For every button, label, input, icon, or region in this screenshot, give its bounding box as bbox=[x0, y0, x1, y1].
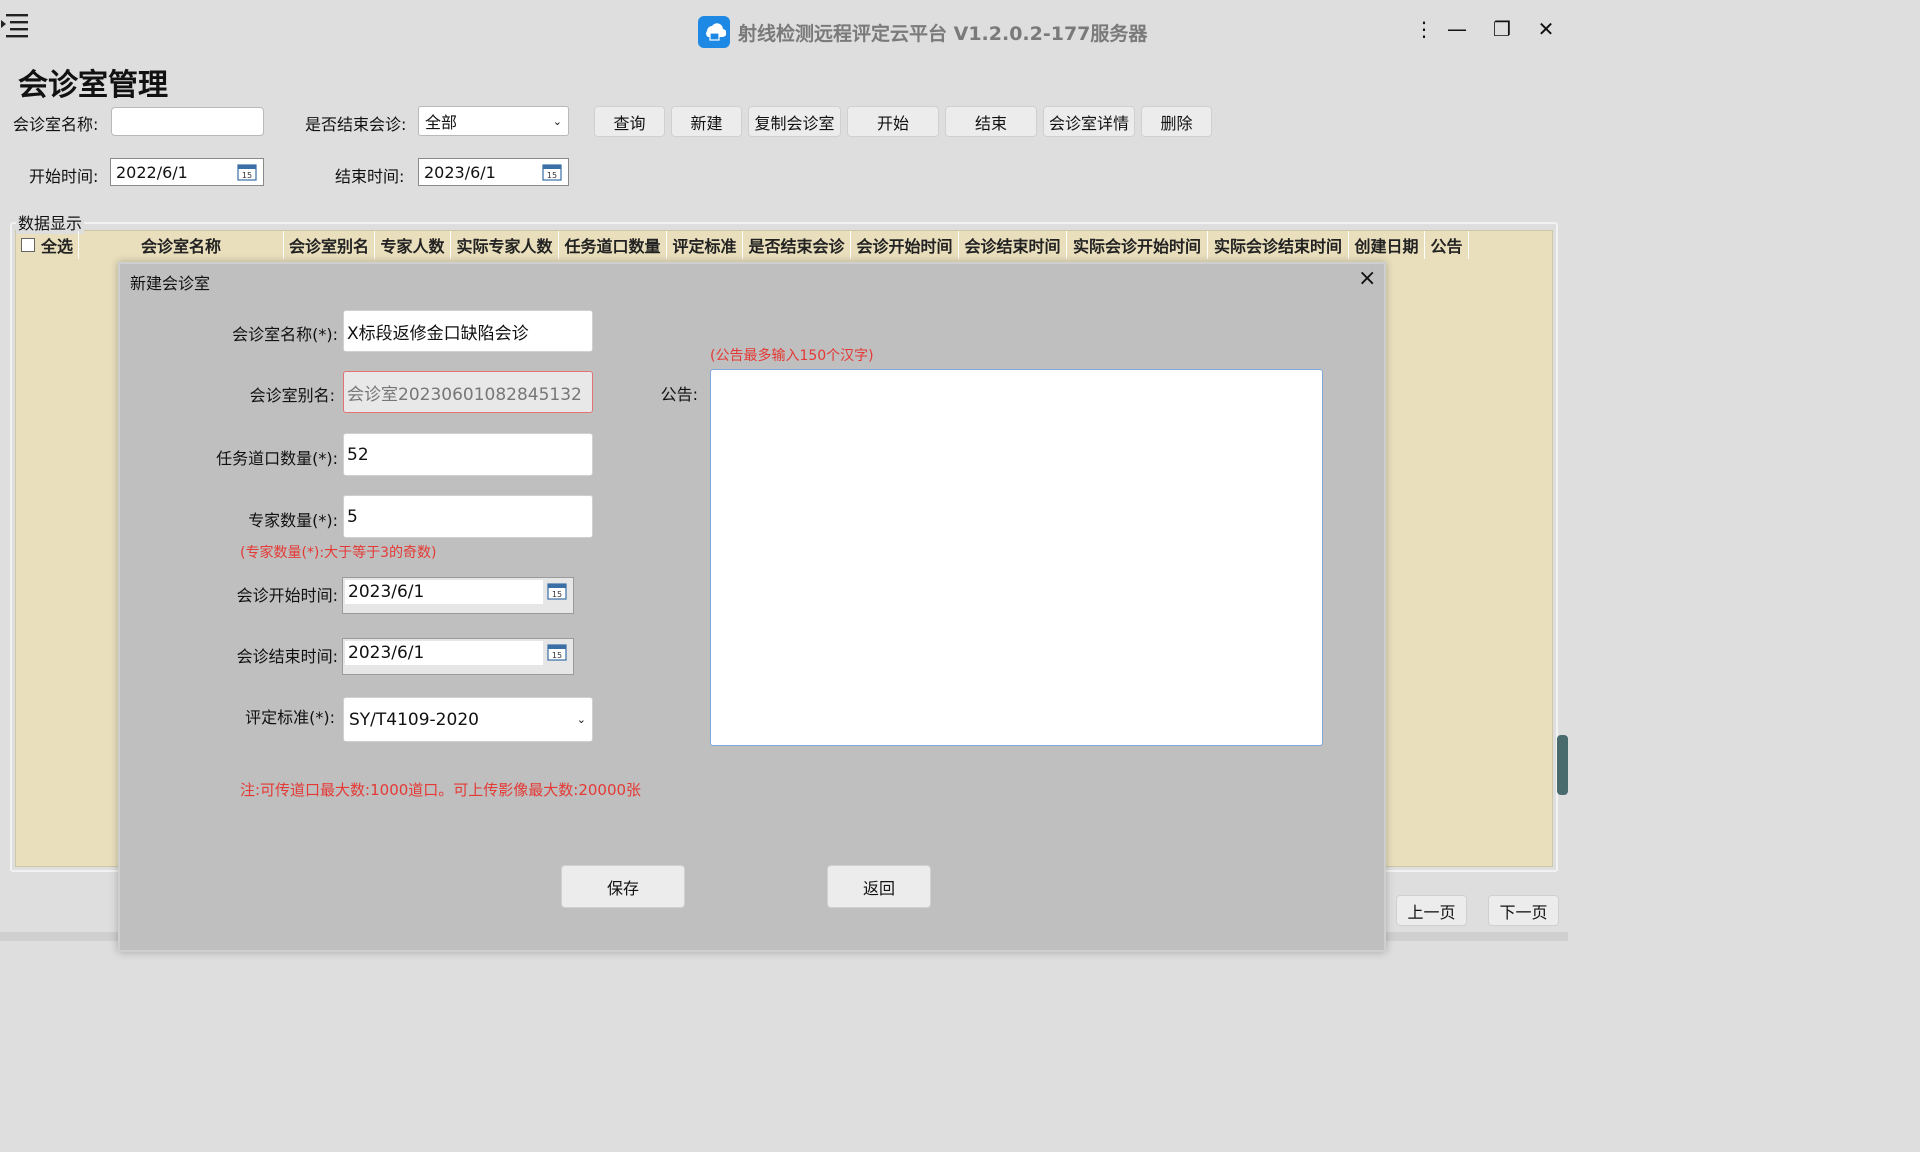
expert-count-hint: (专家数量(*):大于等于3的奇数) bbox=[240, 545, 437, 561]
start-date-picker[interactable]: 2022/6/1 15 bbox=[110, 158, 264, 186]
start-button[interactable]: 开始 bbox=[847, 106, 939, 137]
new-button[interactable]: 新建 bbox=[671, 106, 742, 137]
end-date-value: 2023/6/1 bbox=[424, 162, 496, 182]
column-header[interactable]: 会诊结束时间 bbox=[959, 231, 1067, 259]
consult-start-picker[interactable]: 2023/6/1 15 bbox=[342, 577, 574, 614]
consult-start-value: 2023/6/1 bbox=[345, 580, 543, 604]
app-title-area: 射线检测远程评定云平台 V1.2.0.2-177服务器 bbox=[698, 16, 1147, 48]
save-button[interactable]: 保存 bbox=[561, 865, 685, 908]
start-date-value: 2022/6/1 bbox=[116, 162, 188, 182]
start-date-label: 开始时间: bbox=[29, 167, 99, 186]
app-logo-icon bbox=[698, 16, 730, 48]
next-page-button[interactable]: 下一页 bbox=[1488, 895, 1559, 926]
upload-limit-note: 注:可传道口最大数:1000道口。可上传影像最大数:20000张 bbox=[240, 781, 642, 799]
expert-count-input[interactable]: 5 bbox=[343, 495, 593, 538]
column-header[interactable]: 实际专家人数 bbox=[451, 231, 559, 259]
column-header[interactable]: 实际会诊开始时间 bbox=[1067, 231, 1208, 259]
notice-hint: (公告最多输入150个汉字) bbox=[710, 348, 874, 364]
calendar-icon[interactable]: 15 bbox=[542, 163, 562, 181]
consult-start-label: 会诊开始时间: bbox=[236, 586, 338, 605]
minimize-icon[interactable]: — bbox=[1442, 14, 1472, 44]
room-alias-input[interactable]: 会诊室20230601082845132 bbox=[343, 371, 593, 413]
room-name-input[interactable]: X标段返修金口缺陷会诊 bbox=[343, 310, 593, 352]
scrollbar-thumb[interactable] bbox=[1557, 735, 1568, 795]
calendar-icon[interactable]: 15 bbox=[237, 163, 257, 181]
delete-button[interactable]: 删除 bbox=[1141, 106, 1212, 137]
select-all-label: 全选 bbox=[41, 237, 74, 256]
column-header[interactable]: 实际会诊结束时间 bbox=[1208, 231, 1349, 259]
column-header[interactable]: 会诊室名称 bbox=[79, 231, 284, 259]
expert-count-label: 专家数量(*): bbox=[248, 511, 338, 530]
room-alias-label: 会诊室别名: bbox=[249, 386, 335, 405]
svg-text:15: 15 bbox=[552, 651, 562, 660]
back-button[interactable]: 返回 bbox=[827, 865, 931, 908]
column-header[interactable]: 会诊室别名 bbox=[284, 231, 375, 259]
chevron-down-icon: ⌄ bbox=[576, 713, 586, 726]
svg-text:15: 15 bbox=[552, 590, 562, 599]
select-all-checkbox[interactable] bbox=[21, 238, 35, 252]
menu-icon[interactable] bbox=[0, 12, 30, 38]
name-filter-label: 会诊室名称: bbox=[13, 115, 99, 134]
svg-text:15: 15 bbox=[242, 171, 252, 180]
dialog-title: 新建会诊室 bbox=[130, 274, 211, 293]
consult-end-label: 会诊结束时间: bbox=[236, 647, 338, 666]
room-detail-button[interactable]: 会诊室详情 bbox=[1043, 106, 1135, 137]
copy-room-button[interactable]: 复制会诊室 bbox=[748, 106, 841, 137]
consult-end-value: 2023/6/1 bbox=[345, 641, 543, 665]
calendar-icon[interactable]: 15 bbox=[547, 643, 567, 661]
ended-filter-select[interactable]: 全部 ⌄ bbox=[418, 106, 569, 136]
column-header[interactable]: 评定标准 bbox=[667, 231, 743, 259]
close-icon[interactable]: ✕ bbox=[1531, 14, 1561, 44]
notice-textarea[interactable] bbox=[710, 369, 1323, 746]
dialog-close-icon[interactable]: × bbox=[1358, 266, 1376, 291]
ended-filter-value: 全部 bbox=[425, 113, 458, 132]
calendar-icon[interactable]: 15 bbox=[547, 582, 567, 600]
new-room-dialog: 新建会诊室 × 会诊室名称(*): X标段返修金口缺陷会诊 会诊室别名: 会诊室… bbox=[118, 262, 1386, 952]
query-button[interactable]: 查询 bbox=[594, 106, 665, 137]
ended-filter-label: 是否结束会诊: bbox=[305, 115, 407, 134]
end-date-label: 结束时间: bbox=[335, 167, 405, 186]
restore-icon[interactable]: ❐ bbox=[1487, 14, 1517, 44]
column-header[interactable]: 任务道口数量 bbox=[559, 231, 667, 259]
standard-label: 评定标准(*): bbox=[245, 708, 335, 727]
standard-select[interactable]: SY/T4109-2020 ⌄ bbox=[343, 697, 593, 742]
column-header[interactable]: 专家人数 bbox=[375, 231, 451, 259]
more-options-icon[interactable]: ⋮ bbox=[1409, 14, 1439, 44]
port-count-input[interactable]: 52 bbox=[343, 433, 593, 476]
select-all-cell[interactable]: 全选 bbox=[15, 231, 79, 259]
end-button[interactable]: 结束 bbox=[945, 106, 1037, 137]
port-count-label: 任务道口数量(*): bbox=[216, 449, 338, 468]
grid-header: 全选 会诊室名称 会诊室别名 专家人数 实际专家人数 任务道口数量 评定标准 是… bbox=[15, 231, 1469, 259]
svg-text:15: 15 bbox=[547, 171, 557, 180]
room-name-label: 会诊室名称(*): bbox=[232, 325, 338, 344]
column-header[interactable]: 会诊开始时间 bbox=[851, 231, 959, 259]
name-filter-input[interactable] bbox=[111, 107, 264, 136]
window-title: 射线检测远程评定云平台 V1.2.0.2-177服务器 bbox=[738, 22, 1148, 45]
prev-page-button[interactable]: 上一页 bbox=[1396, 895, 1467, 926]
column-header[interactable]: 公告 bbox=[1425, 231, 1469, 259]
chevron-down-icon: ⌄ bbox=[552, 114, 562, 128]
page-title: 会诊室管理 bbox=[18, 68, 168, 103]
notice-label: 公告: bbox=[660, 385, 698, 404]
standard-value: SY/T4109-2020 bbox=[349, 709, 479, 730]
end-date-picker[interactable]: 2023/6/1 15 bbox=[418, 158, 569, 186]
consult-end-picker[interactable]: 2023/6/1 15 bbox=[342, 638, 574, 675]
column-header[interactable]: 创建日期 bbox=[1349, 231, 1425, 259]
column-header[interactable]: 是否结束会诊 bbox=[743, 231, 851, 259]
